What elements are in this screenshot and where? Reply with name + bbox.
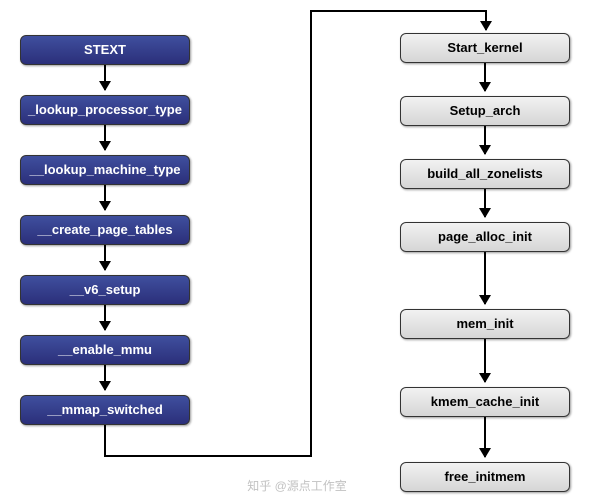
arrow-down-icon <box>484 126 486 154</box>
node-build-all-zonelists: build_all_zonelists <box>400 159 570 189</box>
node-kmem-cache-init: kmem_cache_init <box>400 387 570 417</box>
node-label: Setup_arch <box>450 104 521 118</box>
node-label: build_all_zonelists <box>427 167 543 181</box>
node-mmap-switched: __mmap_switched <box>20 395 190 425</box>
node-label: free_initmem <box>445 470 526 484</box>
arrow-down-icon <box>104 245 106 270</box>
node-start-kernel: Start_kernel <box>400 33 570 63</box>
arrow-down-icon <box>484 252 486 304</box>
arrow-down-icon <box>104 185 106 210</box>
arrow-down-icon <box>485 10 487 30</box>
node-label: __mmap_switched <box>47 403 163 417</box>
arrow-down-icon <box>104 125 106 150</box>
arrow-down-icon <box>104 305 106 330</box>
node-stext: STEXT <box>20 35 190 65</box>
arrow-down-icon <box>104 65 106 90</box>
node-mem-init: mem_init <box>400 309 570 339</box>
node-v6-setup: __v6_setup <box>20 275 190 305</box>
connector-line <box>310 10 312 457</box>
arrow-down-icon <box>484 189 486 217</box>
node-label: Start_kernel <box>447 41 522 55</box>
arrow-down-icon <box>484 63 486 91</box>
connector-line <box>104 455 310 457</box>
node-label: __lookup_machine_type <box>30 163 181 177</box>
node-lookup-machine-type: __lookup_machine_type <box>20 155 190 185</box>
node-lookup-processor-type: _lookup_processor_type <box>20 95 190 125</box>
node-setup-arch: Setup_arch <box>400 96 570 126</box>
arrow-down-icon <box>104 365 106 390</box>
node-label: mem_init <box>456 317 513 331</box>
flowchart-canvas: STEXT _lookup_processor_type __lookup_ma… <box>0 0 594 500</box>
watermark-text: 知乎 @源点工作室 <box>247 477 347 494</box>
node-label: _lookup_processor_type <box>28 103 182 117</box>
arrow-down-icon <box>484 417 486 457</box>
node-free-initmem: free_initmem <box>400 462 570 492</box>
node-label: __v6_setup <box>70 283 141 297</box>
node-create-page-tables: __create_page_tables <box>20 215 190 245</box>
connector-line <box>310 10 485 12</box>
node-label: page_alloc_init <box>438 230 532 244</box>
connector-line <box>104 425 106 455</box>
node-label: __create_page_tables <box>37 223 172 237</box>
arrow-down-icon <box>484 339 486 382</box>
node-label: __enable_mmu <box>58 343 152 357</box>
node-label: STEXT <box>84 43 126 57</box>
node-page-alloc-init: page_alloc_init <box>400 222 570 252</box>
node-label: kmem_cache_init <box>431 395 539 409</box>
node-enable-mmu: __enable_mmu <box>20 335 190 365</box>
